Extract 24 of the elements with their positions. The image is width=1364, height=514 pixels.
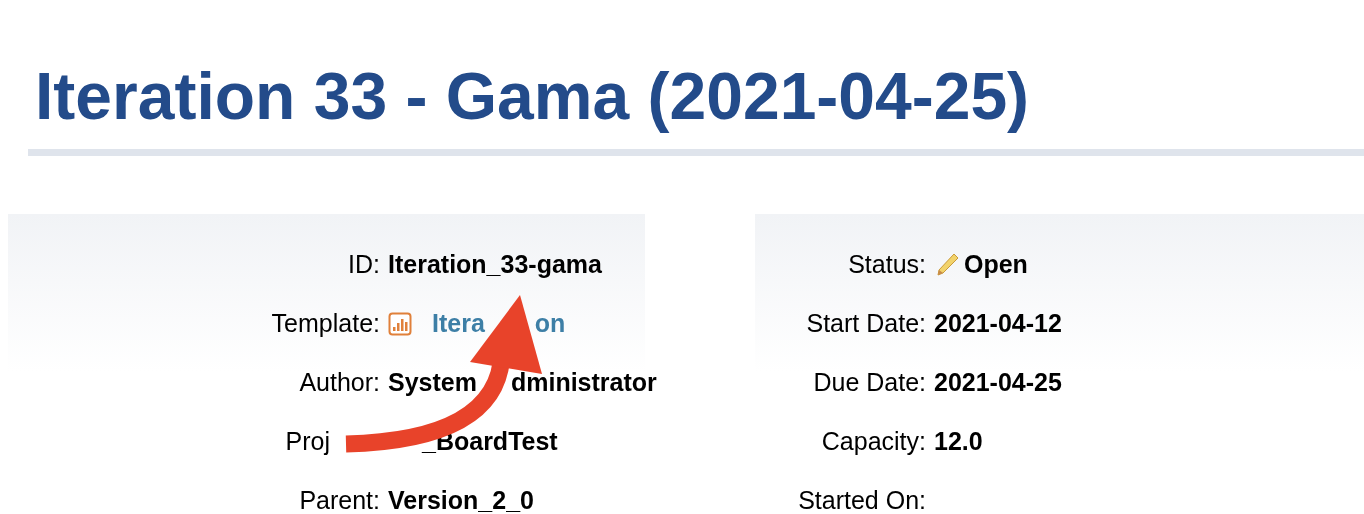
field-label: Capacity:	[821, 425, 926, 457]
pencil-icon	[934, 251, 960, 278]
field-label: Template:	[271, 307, 380, 339]
field-value: Version_2_0	[388, 484, 534, 514]
template-link[interactable]: Itera	[432, 304, 485, 343]
field-label: Start Date:	[806, 307, 926, 339]
field-label: Author:	[299, 366, 380, 398]
field-value: dministrator	[510, 366, 657, 398]
page-title: Iteration 33 - Gama (2021-04-25)	[35, 58, 1031, 134]
field-value: Iteration_33-gama	[388, 248, 602, 280]
field-value: Open	[964, 248, 1028, 280]
field-value: _BoardTest	[422, 425, 558, 457]
field-value: 12.0	[934, 425, 983, 457]
field-label: Proj	[285, 425, 330, 457]
field-value: 2021-04-12	[934, 307, 1062, 339]
field-label: ID:	[348, 248, 380, 280]
field-label: Parent:	[299, 484, 380, 514]
field-value: 2021-04-25	[934, 366, 1062, 398]
field-value: System	[388, 366, 477, 398]
template-link[interactable]: on	[534, 304, 566, 343]
field-label: Status:	[848, 248, 926, 280]
bar-chart-icon	[388, 311, 412, 336]
field-label: Started On:	[798, 484, 926, 514]
field-label: Due Date:	[813, 366, 926, 398]
